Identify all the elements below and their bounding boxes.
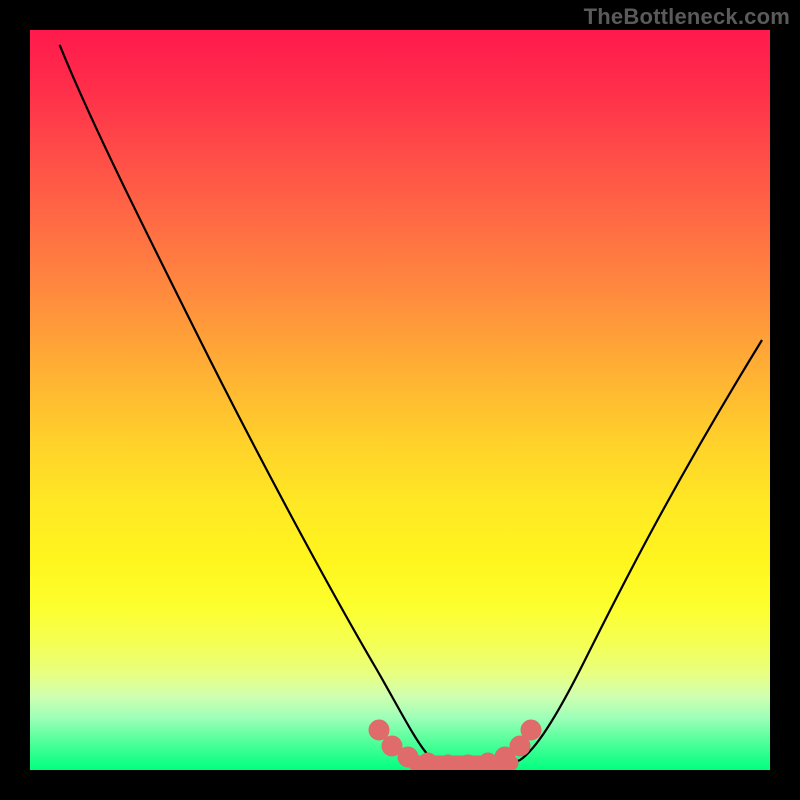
watermark-text: TheBottleneck.com xyxy=(584,4,790,30)
plot-area xyxy=(30,30,770,770)
sweet-spot-dots xyxy=(369,720,541,770)
bottleneck-curve xyxy=(60,45,762,768)
curve-layer xyxy=(30,30,770,770)
chart-frame: TheBottleneck.com xyxy=(0,0,800,800)
